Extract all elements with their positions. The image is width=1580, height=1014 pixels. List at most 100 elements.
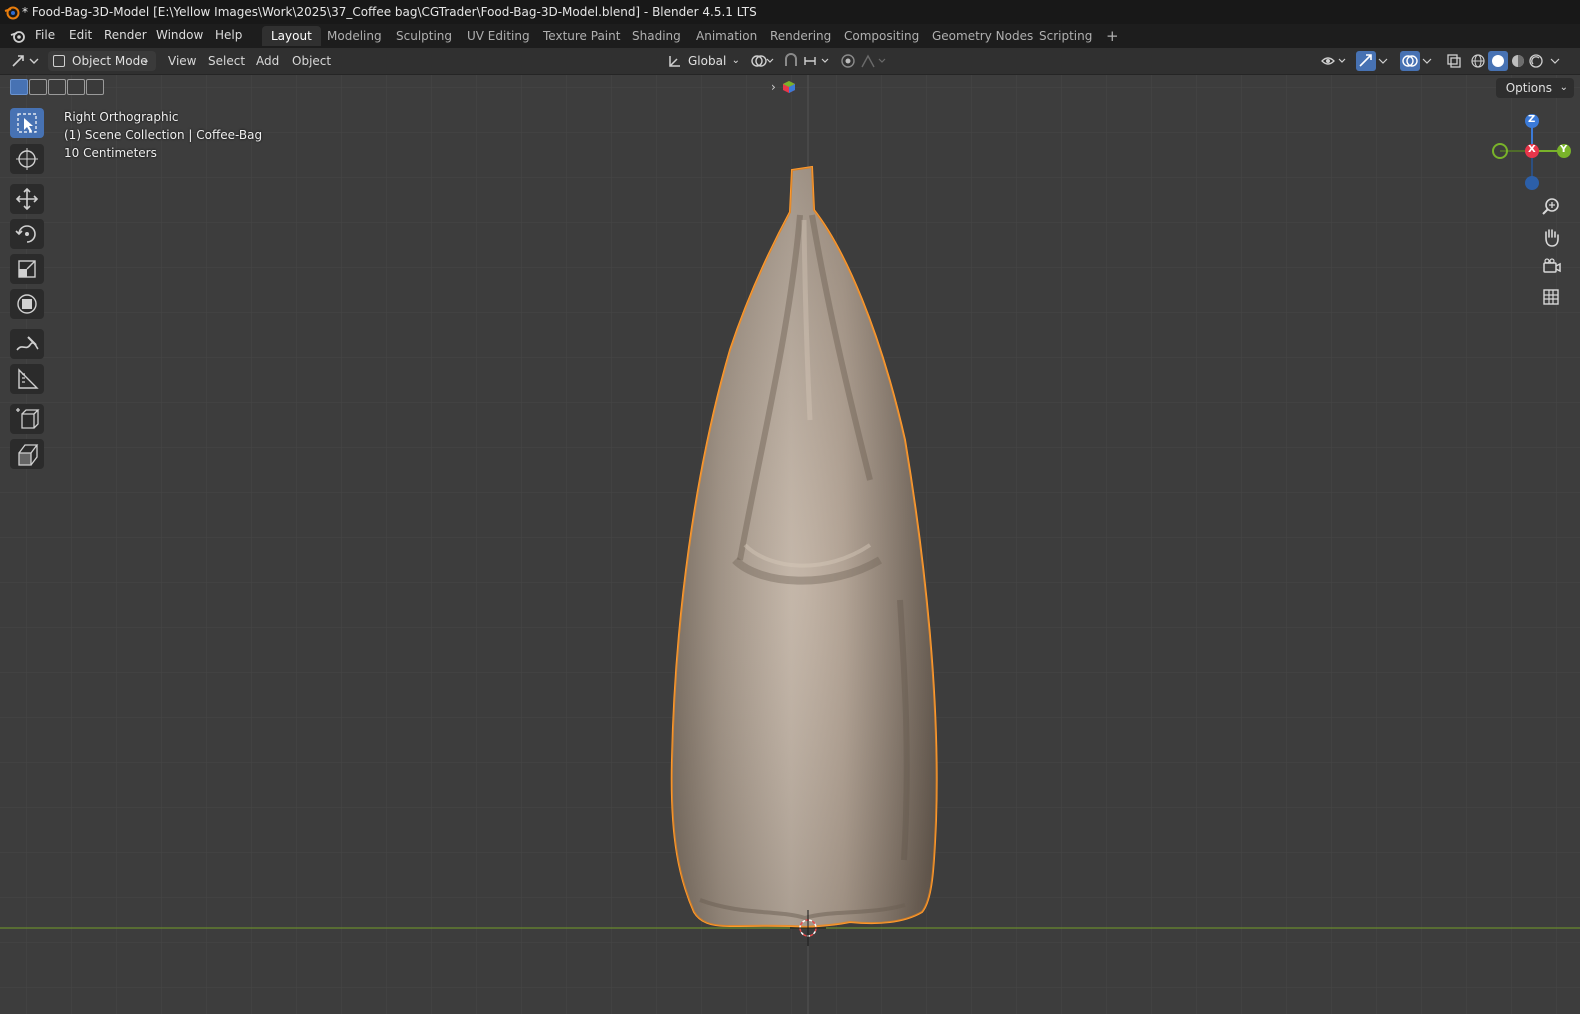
select-extend-button[interactable]	[29, 79, 47, 95]
scale-tool[interactable]	[10, 254, 44, 284]
select-box-tool[interactable]	[10, 108, 44, 138]
pan-button[interactable]	[1538, 224, 1564, 250]
chevron-down-icon: ⌄	[1559, 82, 1568, 93]
tab-geometry-nodes[interactable]: Geometry Nodes	[923, 26, 1042, 46]
extrude-icon	[18, 444, 39, 466]
annotate-icon	[16, 336, 39, 351]
gizmo-y-label: Y	[1560, 144, 1568, 155]
annotate-tool[interactable]	[10, 329, 44, 359]
falloff-icon[interactable]	[860, 53, 890, 69]
add-workspace-button[interactable]: +	[1097, 26, 1128, 46]
overlays-icon	[1402, 55, 1418, 67]
overlays-toggle-button[interactable]	[1400, 51, 1420, 71]
chevron-down-icon[interactable]	[1422, 56, 1432, 66]
select-intersect-button[interactable]	[86, 79, 104, 95]
menu-select[interactable]: Select	[208, 51, 245, 71]
xray-toggle-icon[interactable]	[1446, 53, 1462, 69]
3d-viewport[interactable]: Z X Y	[0, 75, 1580, 1014]
menu-add[interactable]: Add	[256, 51, 279, 71]
menu-file[interactable]: File	[35, 28, 55, 42]
zoom-button[interactable]	[1538, 194, 1564, 220]
select-invert-button[interactable]	[67, 79, 85, 95]
chevron-right-icon[interactable]: ›	[771, 80, 776, 94]
menu-help[interactable]: Help	[215, 28, 242, 42]
blender-logo-icon	[4, 6, 20, 20]
menu-object[interactable]: Object	[292, 51, 331, 71]
measure-icon	[18, 368, 39, 389]
editor-type-icon	[12, 55, 39, 67]
mode-dropdown[interactable]: Object Mode ⌄	[48, 51, 156, 71]
tab-modeling[interactable]: Modeling	[318, 26, 391, 46]
zoom-icon	[1542, 198, 1559, 215]
gizmo-z-label: Z	[1528, 114, 1536, 125]
gizmo-neg-z[interactable]	[1525, 176, 1539, 190]
move-icon	[15, 187, 39, 211]
move-tool[interactable]	[10, 184, 44, 214]
snap-target-icon[interactable]	[803, 53, 833, 69]
orientation-label: Global	[688, 54, 727, 68]
material-preview-icon[interactable]	[1510, 53, 1526, 69]
add-cube-tool[interactable]	[10, 404, 44, 434]
scale-label: 10 Centimeters	[64, 146, 157, 160]
menu-window[interactable]: Window	[156, 28, 203, 42]
tab-texture-paint[interactable]: Texture Paint	[534, 26, 629, 46]
menu-render[interactable]: Render	[104, 28, 147, 42]
tab-animation[interactable]: Animation	[687, 26, 766, 46]
extrude-tool[interactable]	[10, 439, 44, 469]
camera-view-button[interactable]	[1538, 254, 1564, 280]
visibility-icon[interactable]	[1320, 53, 1350, 69]
perspective-toggle-button[interactable]	[1538, 284, 1564, 310]
view-name-label: Right Orthographic	[64, 110, 179, 124]
options-button[interactable]: Options ⌄	[1495, 78, 1574, 98]
pivot-point-icon[interactable]	[750, 53, 776, 69]
object-gizmo-icon[interactable]	[782, 80, 796, 94]
orientation-dropdown[interactable]: Global ⌄	[666, 51, 742, 71]
solid-shading-button[interactable]	[1488, 51, 1508, 71]
tab-sculpting[interactable]: Sculpting	[387, 26, 461, 46]
select-subtract-button[interactable]	[48, 79, 66, 95]
tab-scripting[interactable]: Scripting	[1030, 26, 1101, 46]
collection-label: (1) Scene Collection | Coffee-Bag	[64, 128, 263, 142]
wireframe-shading-icon[interactable]	[1470, 53, 1486, 69]
camera-icon	[1543, 258, 1561, 273]
tab-uv-editing[interactable]: UV Editing	[458, 26, 539, 46]
chevron-down-icon[interactable]	[1550, 56, 1560, 66]
tab-rendering[interactable]: Rendering	[761, 26, 840, 46]
mode-label: Object Mode	[72, 54, 148, 68]
tab-shading[interactable]: Shading	[623, 26, 690, 46]
transform-tool[interactable]	[10, 289, 44, 319]
rendered-shading-icon[interactable]	[1528, 53, 1544, 69]
hand-pan-icon	[1545, 229, 1559, 247]
gizmo-toggle-button[interactable]	[1356, 51, 1376, 71]
gizmo-x-label: X	[1528, 144, 1536, 155]
tab-layout[interactable]: Layout	[262, 26, 321, 46]
options-label: Options	[1505, 81, 1552, 95]
proportional-editing-icon[interactable]	[840, 53, 856, 69]
chevron-down-icon: ⌄	[141, 55, 150, 66]
solid-shading-icon	[1492, 55, 1504, 67]
viewport-header: Object Mode ⌄ View Select Add Object Glo…	[0, 48, 1580, 75]
select-box-icon	[17, 113, 37, 133]
transform-orientation-icon	[669, 56, 680, 67]
cursor-tool[interactable]	[10, 144, 44, 174]
snap-icon[interactable]	[783, 53, 799, 69]
blender-menu-icon[interactable]	[10, 28, 26, 44]
transform-icon	[17, 294, 37, 314]
measure-tool[interactable]	[10, 364, 44, 394]
rotate-tool[interactable]	[10, 219, 44, 249]
rotate-icon	[15, 225, 36, 243]
chevron-down-icon: ⌄	[731, 55, 740, 66]
gizmo-icon	[1359, 54, 1372, 67]
menu-view[interactable]: View	[168, 51, 196, 71]
window-title: * Food-Bag-3D-Model [E:\Yellow Images\Wo…	[22, 5, 757, 19]
viewport-canvas[interactable]	[0, 75, 1580, 1014]
cursor-icon	[16, 148, 38, 170]
editor-type-dropdown[interactable]	[10, 52, 40, 70]
top-menu-bar: File Edit Render Window Help Layout Mode…	[0, 24, 1580, 48]
grid-toggle-icon	[1543, 289, 1559, 305]
tab-compositing[interactable]: Compositing	[835, 26, 928, 46]
window-titlebar: * Food-Bag-3D-Model [E:\Yellow Images\Wo…	[0, 0, 1580, 24]
chevron-down-icon[interactable]	[1378, 56, 1388, 66]
select-new-button[interactable]	[10, 79, 28, 95]
menu-edit[interactable]: Edit	[69, 28, 92, 42]
